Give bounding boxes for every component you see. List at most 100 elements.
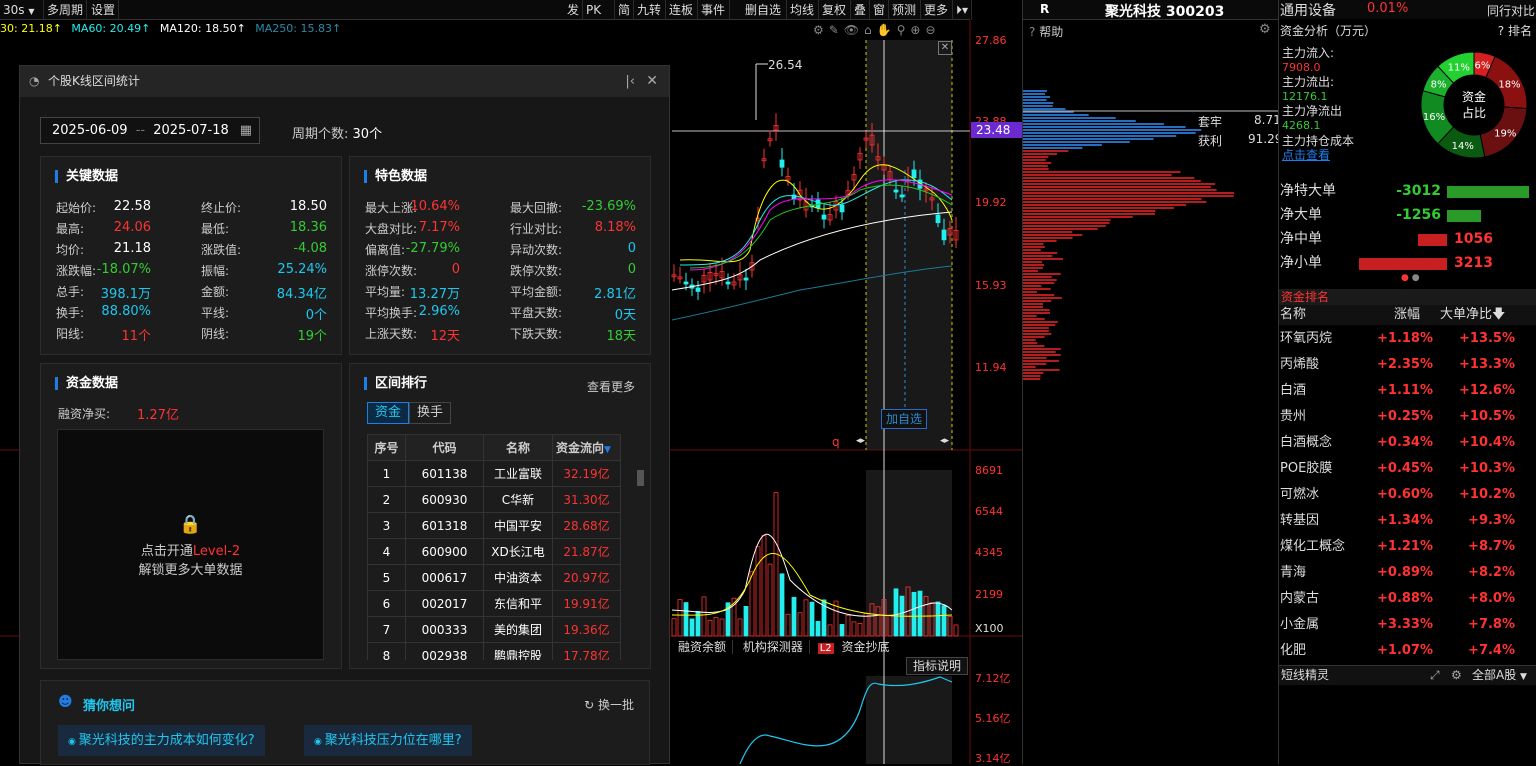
- sector-rank-row[interactable]: 贵州 +0.25% +10.5%: [1279, 404, 1536, 430]
- feature-item: 平盘天数: 0天: [510, 304, 636, 323]
- flow-label: 净大单: [1280, 207, 1322, 223]
- rank-table-row[interactable]: 2 600930 C华新 31.30亿: [367, 486, 621, 513]
- toolbar-item-5[interactable]: 事件: [698, 0, 730, 20]
- help-link[interactable]: ? 帮助: [1029, 23, 1063, 40]
- col-flow[interactable]: 资金流向▼: [552, 434, 621, 461]
- rank-table-header: 序号 代码 名称 资金流向▼: [367, 434, 621, 461]
- chart-tool-icons[interactable]: ⚙✎👁⌂✋⚲⊕⊖: [813, 23, 941, 37]
- rank-table-row[interactable]: 7 000333 美的集团 19.36亿: [367, 616, 621, 643]
- peer-compare-link[interactable]: 同行对比: [1487, 2, 1535, 19]
- view-more-link[interactable]: 查看更多: [587, 378, 635, 395]
- donut-slice-label: 16%: [1423, 112, 1445, 123]
- sector-change: +0.89%: [1377, 565, 1433, 580]
- tab-margin[interactable]: 融资余额: [672, 640, 734, 654]
- sector-rank-row[interactable]: 白酒 +1.11% +12.6%: [1279, 378, 1536, 404]
- toolbar-item-1[interactable]: PK: [583, 0, 615, 20]
- collapse-icon[interactable]: |‹: [625, 66, 635, 97]
- gear-icon[interactable]: ⚙: [1259, 22, 1271, 37]
- table-scrollbar[interactable]: [637, 470, 644, 486]
- settings-button[interactable]: 设置: [88, 0, 120, 20]
- sector-name: 内蒙古: [1280, 591, 1320, 606]
- toolbar-item-12[interactable]: 更多: [921, 0, 953, 20]
- toolbar-item-4[interactable]: 连板: [666, 0, 698, 20]
- expand-toolbar-icon[interactable]: ⏵▾: [953, 0, 973, 20]
- page-dots[interactable]: ● ●: [1401, 273, 1420, 283]
- expand-icon[interactable]: ⤢: [1430, 666, 1440, 685]
- flow-label: 净小单: [1280, 255, 1322, 271]
- toolbar-item-11[interactable]: 预测: [889, 0, 921, 20]
- period-count-label: 周期个数:: [292, 127, 349, 142]
- outflow-value: 12176.1: [1282, 89, 1328, 103]
- rank-table-row[interactable]: 5 000617 中油资本 20.97亿: [367, 564, 621, 591]
- feature-item-label: 下跌天数:: [510, 327, 563, 341]
- rank-col-name[interactable]: 名称: [1280, 305, 1306, 325]
- sector-rank-row[interactable]: 化肥 +1.07% +7.4%: [1279, 638, 1536, 664]
- sector-rank-row[interactable]: 小金属 +3.33% +7.8%: [1279, 612, 1536, 638]
- market-select-label: 全部A股: [1472, 668, 1517, 682]
- date-to: 2025-07-18: [153, 123, 229, 138]
- stock-name: C华新: [483, 486, 553, 513]
- sector-change: +0.60%: [1377, 487, 1433, 502]
- sector-rank-row[interactable]: 内蒙古 +0.88% +8.0%: [1279, 586, 1536, 612]
- rank-table-row[interactable]: 3 601318 中国平安 28.68亿: [367, 512, 621, 539]
- sector-ratio: +13.3%: [1459, 357, 1515, 372]
- drag-handle-right-icon[interactable]: ◂▸: [940, 436, 949, 446]
- sector-name: POE胶膜: [1280, 461, 1333, 476]
- period-dropdown[interactable]: 30s ▼: [0, 0, 44, 20]
- toolbar-item-2[interactable]: 简: [615, 0, 634, 20]
- rank-table-row[interactable]: 1 601138 工业富联 32.19亿: [367, 460, 621, 487]
- locked-panel[interactable]: 🔒 点击开通Level-2 解锁更多大单数据: [57, 429, 324, 660]
- tab-institution[interactable]: 机构探测器: [736, 640, 810, 654]
- rank-table-row[interactable]: 6 002017 东信和平 19.91亿: [367, 590, 621, 617]
- rank-table-row[interactable]: 8 002938 鹏鼎控股 17.78亿: [367, 642, 621, 660]
- key-item-value: -18.07%: [96, 262, 151, 277]
- multi-period-button[interactable]: 多周期: [44, 0, 88, 20]
- toolbar-item-8[interactable]: 复权: [819, 0, 851, 20]
- tab-fund[interactable]: 资金: [367, 402, 410, 424]
- vol-unit: X100: [975, 622, 1004, 635]
- market-select[interactable]: 全部A股 ▼: [1472, 666, 1527, 687]
- sector-rank-row[interactable]: 煤化工概念 +1.21% +8.7%: [1279, 534, 1536, 560]
- drag-handle-left-icon[interactable]: ◂▸: [856, 436, 865, 446]
- toolbar-item-9[interactable]: 叠: [851, 0, 870, 20]
- sector-name[interactable]: 通用设备: [1280, 0, 1336, 20]
- key-item: 阳线: 11个: [56, 325, 151, 344]
- sector-rank-row[interactable]: 青海 +0.89% +8.2%: [1279, 560, 1536, 586]
- sector-rank-row[interactable]: 环氧丙烷 +1.18% +13.5%: [1279, 326, 1536, 352]
- toolbar-item-10[interactable]: 窗: [870, 0, 889, 20]
- rank-col-ratio[interactable]: 大单净比🡇: [1440, 305, 1505, 325]
- rank-table-row[interactable]: 4 600900 XD长江电 21.87亿: [367, 538, 621, 565]
- rank-col-change[interactable]: 涨幅: [1394, 305, 1420, 325]
- question-1-button[interactable]: ◉ 聚光科技的主力成本如何变化?: [58, 725, 265, 756]
- add-watch-button[interactable]: 加自选: [881, 409, 927, 429]
- sector-rank-row[interactable]: 白酒概念 +0.34% +10.4%: [1279, 430, 1536, 456]
- toolbar-item-6[interactable]: 删自选: [742, 0, 787, 20]
- col-index: 序号: [367, 434, 406, 461]
- chip-distribution-panel: R 聚光科技 300203 ? 帮助 ⚙ 套牢 8.71% 获利 91.29%: [1022, 0, 1294, 764]
- sector-ratio: +13.5%: [1459, 331, 1515, 346]
- question-2-button[interactable]: ◉ 聚光科技压力位在哪里?: [304, 725, 472, 756]
- sector-rank-row[interactable]: 可燃冰 +0.60% +10.2%: [1279, 482, 1536, 508]
- indicator-help-button[interactable]: 指标说明: [906, 657, 969, 675]
- sector-rank-row[interactable]: 丙烯酸 +2.35% +13.3%: [1279, 352, 1536, 378]
- refresh-button[interactable]: ↻ 换一批: [584, 696, 634, 713]
- sector-rank-row[interactable]: 转基因 +1.34% +9.3%: [1279, 508, 1536, 534]
- sector-rank-row[interactable]: POE胶膜 +0.45% +10.3%: [1279, 456, 1536, 482]
- toolbar-item-3[interactable]: 九转: [634, 0, 666, 20]
- key-item-label: 阴线:: [201, 327, 230, 341]
- key-item-label: 涨跌幅:: [56, 264, 97, 278]
- tab-turnover[interactable]: 换手: [409, 402, 452, 424]
- current-price-tag: 23.48: [971, 122, 1022, 138]
- toolbar-item-0[interactable]: 发: [564, 0, 583, 20]
- close-icon[interactable]: ✕: [646, 66, 658, 97]
- rank-link[interactable]: ? 排名: [1498, 22, 1532, 39]
- tab-fund-bottom[interactable]: 资金抄底: [837, 640, 893, 654]
- close-selection-icon[interactable]: ✕: [938, 41, 952, 55]
- gear-icon[interactable]: ⚙: [1451, 666, 1462, 685]
- toolbar-item-7[interactable]: 均线: [787, 0, 819, 20]
- fund-tick-1: 7.12亿: [975, 672, 1011, 685]
- cost-link[interactable]: 点击查看: [1282, 148, 1354, 163]
- sector-change: +0.34%: [1377, 435, 1433, 450]
- key-item: 总手: 398.1万: [56, 283, 151, 302]
- date-range-picker[interactable]: 2025-06-09 -- 2025-07-18 ▦: [40, 117, 260, 144]
